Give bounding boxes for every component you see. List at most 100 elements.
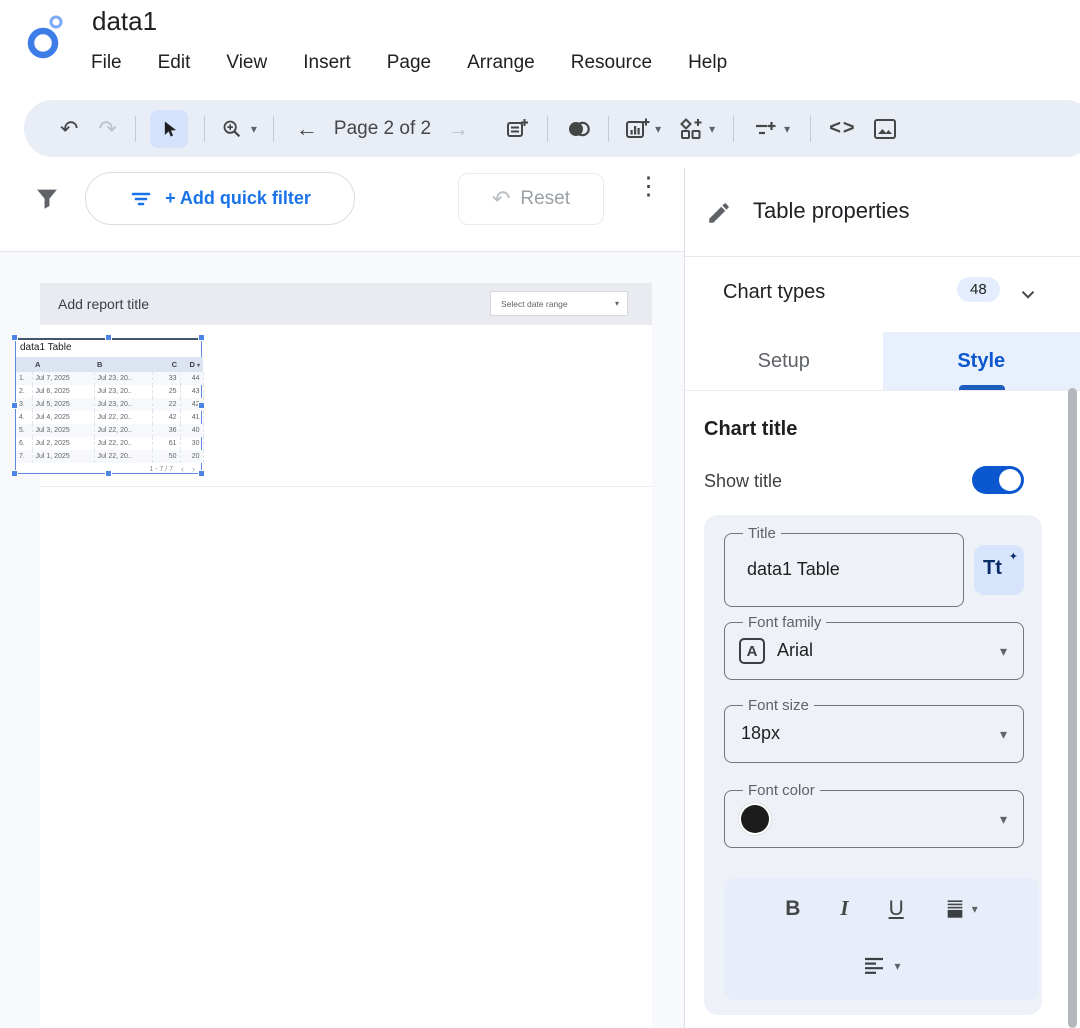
menu-help[interactable]: Help [687, 50, 728, 76]
font-size-caret-icon[interactable]: ▾ [1000, 726, 1007, 743]
chart-title-heading: Chart title [704, 418, 797, 441]
pagination-prev-icon[interactable]: ‹ [181, 465, 184, 474]
pagination-range: 1 - 7 / 7 [149, 466, 173, 473]
ai-title-suggest-button[interactable]: Tt ✦ [974, 545, 1024, 595]
italic-button[interactable]: I [840, 896, 848, 921]
column-header-d[interactable]: D ▾ [180, 357, 203, 372]
report-header-band[interactable]: Add report title Select date range ▾ [40, 283, 652, 325]
font-color-swatch[interactable] [741, 805, 769, 833]
text-background-color-icon [944, 898, 966, 920]
font-family-value: Arial [777, 640, 813, 661]
toolbar-divider [135, 116, 136, 142]
table-row: 6.Jul 2, 2025Jul 22, 20..6130 [16, 437, 203, 450]
table-row: 2.Jul 6, 2025Jul 23, 20..2543 [16, 385, 203, 398]
selection-handle[interactable] [105, 470, 112, 477]
font-icon: A [739, 638, 765, 664]
chart-types-row[interactable]: Chart types 48 [685, 257, 1080, 332]
pagination-next-icon[interactable]: › [192, 465, 195, 474]
selection-handle[interactable] [11, 334, 18, 341]
show-title-toggle[interactable] [972, 466, 1024, 494]
report-canvas[interactable]: Add report title Select date range ▾ dat… [0, 252, 684, 1028]
next-page-button[interactable]: → [447, 118, 469, 140]
report-title-placeholder[interactable]: Add report title [58, 296, 149, 312]
menu-view[interactable]: View [225, 50, 268, 76]
add-control-caret-icon[interactable]: ▾ [784, 123, 790, 135]
align-caret-icon[interactable]: ▾ [894, 960, 900, 972]
chevron-down-icon[interactable] [1017, 283, 1039, 310]
selection-handle[interactable] [198, 470, 205, 477]
report-title[interactable]: data1 [92, 6, 157, 37]
reset-button[interactable]: ↶ Reset [458, 173, 604, 225]
cursor-icon [159, 119, 179, 139]
community-viz-caret-icon[interactable]: ▾ [709, 123, 715, 135]
menu-page[interactable]: Page [386, 50, 432, 76]
font-family-field[interactable]: Font family A Arial ▾ [724, 622, 1024, 680]
looker-studio-app: data1 File Edit View Insert Page Arrange… [0, 0, 1080, 1028]
page-indicator[interactable]: Page 2 of 2 [334, 118, 431, 140]
date-range-control[interactable]: Select date range ▾ [490, 291, 628, 316]
column-header-b[interactable]: B [94, 357, 152, 372]
more-options-icon[interactable]: ⋮ [636, 173, 656, 201]
date-range-caret-icon: ▾ [615, 299, 619, 308]
add-page-button[interactable] [505, 117, 529, 141]
redo-icon[interactable]: ↷ [98, 118, 116, 140]
undo-icon[interactable]: ↶ [60, 118, 78, 140]
column-header-a[interactable]: A [32, 357, 94, 372]
add-quick-filter-label: + Add quick filter [165, 188, 311, 209]
tab-setup[interactable]: Setup [685, 332, 883, 390]
previous-page-button[interactable]: ← [296, 118, 318, 140]
menu-resource[interactable]: Resource [570, 50, 653, 76]
menu-insert[interactable]: Insert [302, 50, 352, 76]
title-input[interactable] [729, 538, 954, 600]
add-control-button[interactable] [754, 117, 779, 141]
text-align-left-icon[interactable] [862, 954, 886, 978]
column-header-c[interactable]: C [152, 357, 180, 372]
add-chart-button[interactable] [625, 117, 650, 141]
underline-button[interactable]: U [889, 897, 904, 921]
selection-handle[interactable] [105, 334, 112, 341]
font-size-label: Font size [743, 697, 814, 714]
toolbar: ↶ ↷ ▾ ← Page 2 of 2 → [24, 100, 1080, 157]
table-row: 5.Jul 3, 2025Jul 22, 20..3640 [16, 424, 203, 437]
text-background-color-button[interactable]: ▾ [944, 898, 978, 920]
pencil-icon [706, 200, 732, 231]
menu-edit[interactable]: Edit [157, 50, 192, 76]
add-chart-caret-icon[interactable]: ▾ [655, 123, 661, 135]
selection-handle[interactable] [198, 334, 205, 341]
selection-handle[interactable] [198, 402, 205, 409]
menu-file[interactable]: File [90, 50, 123, 76]
filter-icon[interactable] [33, 185, 61, 218]
magnifier-plus-icon [221, 118, 243, 140]
font-family-caret-icon[interactable]: ▾ [1000, 643, 1007, 660]
panel-tabs: Setup Style [685, 332, 1080, 390]
selection-handle[interactable] [11, 402, 18, 409]
font-color-field[interactable]: Font color ▾ [724, 790, 1024, 848]
table-chart-component[interactable]: data1 Table A B C D ▾ 1.Jul 7, 2025Jul 2… [15, 338, 202, 474]
looker-studio-logo[interactable] [26, 12, 72, 67]
panel-scrollbar[interactable] [1068, 388, 1077, 1028]
font-color-caret-icon[interactable]: ▾ [1000, 811, 1007, 828]
table-header-row[interactable]: A B C D ▾ [16, 357, 203, 372]
text-format-group: B I U ▾ [724, 878, 1039, 1000]
embed-icon[interactable]: <> [829, 117, 856, 140]
table-row: 3.Jul 5, 2025Jul 23, 20..2242 [16, 398, 203, 411]
font-size-field[interactable]: Font size 18px ▾ [724, 705, 1024, 763]
community-visualizations-button[interactable] [679, 117, 704, 141]
show-title-label: Show title [704, 471, 782, 492]
chart-types-count-badge: 48 [957, 277, 1000, 302]
row-number-header [16, 357, 32, 372]
filter-list-icon [129, 187, 153, 211]
selection-handle[interactable] [11, 470, 18, 477]
title-field: Title [724, 533, 964, 607]
blend-data-button[interactable] [566, 117, 592, 141]
divider [685, 390, 1080, 391]
zoom-caret-icon[interactable]: ▾ [251, 123, 257, 135]
select-tool-button[interactable] [150, 110, 188, 148]
sparkle-icon: ✦ [1009, 550, 1018, 563]
image-icon[interactable] [873, 117, 897, 141]
zoom-tool-button[interactable] [221, 118, 243, 140]
bold-button[interactable]: B [785, 897, 800, 921]
add-quick-filter-button[interactable]: + Add quick filter [85, 172, 355, 225]
menu-arrange[interactable]: Arrange [466, 50, 536, 76]
tab-style[interactable]: Style [883, 332, 1080, 390]
